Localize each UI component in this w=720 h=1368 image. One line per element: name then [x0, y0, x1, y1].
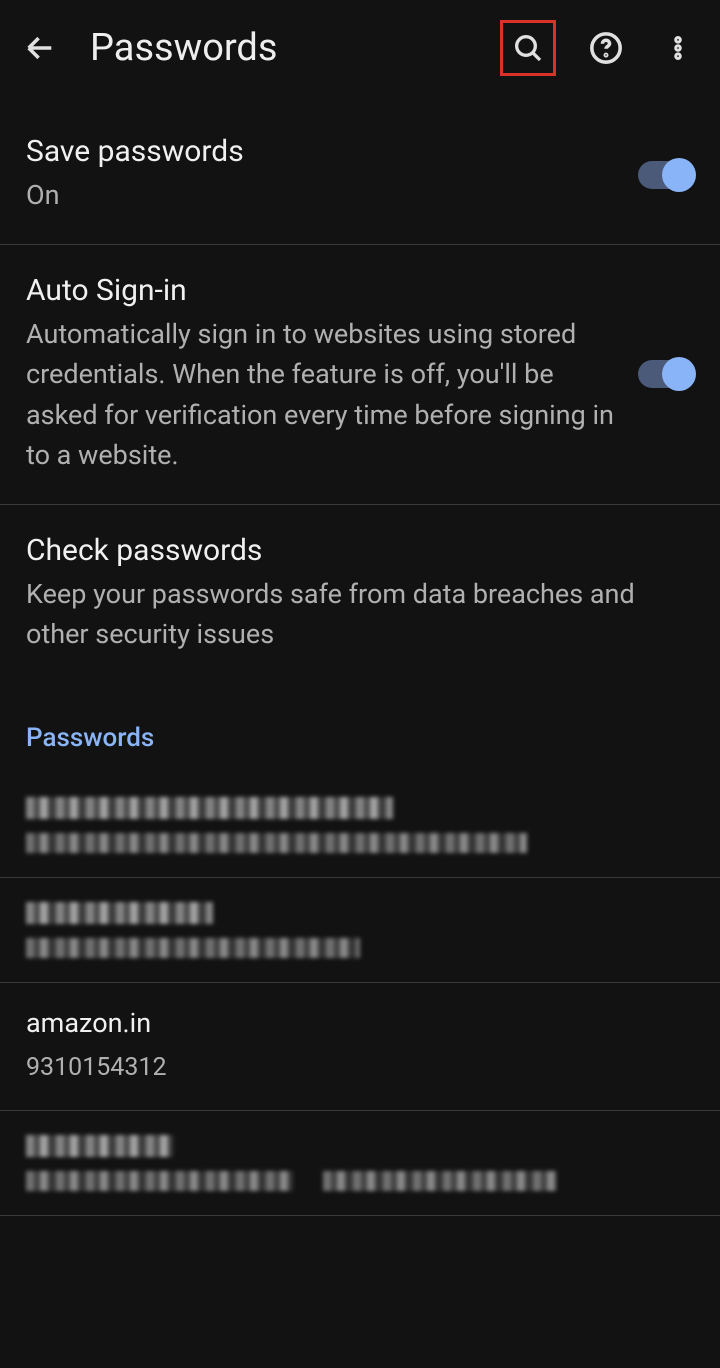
save-passwords-title: Save passwords — [26, 134, 618, 169]
save-passwords-row[interactable]: Save passwords On — [0, 106, 720, 245]
help-icon[interactable] — [584, 26, 628, 70]
check-passwords-description: Keep your passwords safe from data breac… — [26, 574, 694, 655]
entry-site: amazon.in — [26, 1007, 694, 1039]
password-entry[interactable] — [0, 878, 720, 983]
check-passwords-title: Check passwords — [26, 533, 694, 568]
password-entry[interactable] — [0, 773, 720, 878]
check-passwords-row[interactable]: Check passwords Keep your passwords safe… — [0, 505, 720, 683]
more-icon[interactable] — [656, 26, 700, 70]
back-icon[interactable] — [20, 28, 60, 68]
save-passwords-toggle[interactable] — [638, 161, 694, 189]
search-highlight — [500, 20, 556, 76]
password-entry[interactable] — [0, 1111, 720, 1216]
password-entry[interactable]: amazon.in 9310154312 — [0, 983, 720, 1112]
search-icon[interactable] — [506, 26, 550, 70]
save-passwords-status: On — [26, 175, 618, 216]
redacted-user — [323, 1171, 557, 1191]
auto-signin-row[interactable]: Auto Sign-in Automatically sign in to we… — [0, 245, 720, 505]
redacted-user — [26, 1171, 293, 1191]
redacted-site — [26, 902, 213, 924]
redacted-site — [26, 797, 393, 819]
entry-user: 9310154312 — [26, 1049, 694, 1087]
auto-signin-title: Auto Sign-in — [26, 273, 618, 308]
redacted-user — [26, 833, 527, 853]
passwords-section-header: Passwords — [0, 683, 720, 773]
redacted-user — [26, 938, 360, 958]
auto-signin-description: Automatically sign in to websites using … — [26, 314, 618, 476]
auto-signin-toggle[interactable] — [638, 360, 694, 388]
redacted-site — [26, 1135, 173, 1157]
page-title: Passwords — [90, 26, 470, 70]
